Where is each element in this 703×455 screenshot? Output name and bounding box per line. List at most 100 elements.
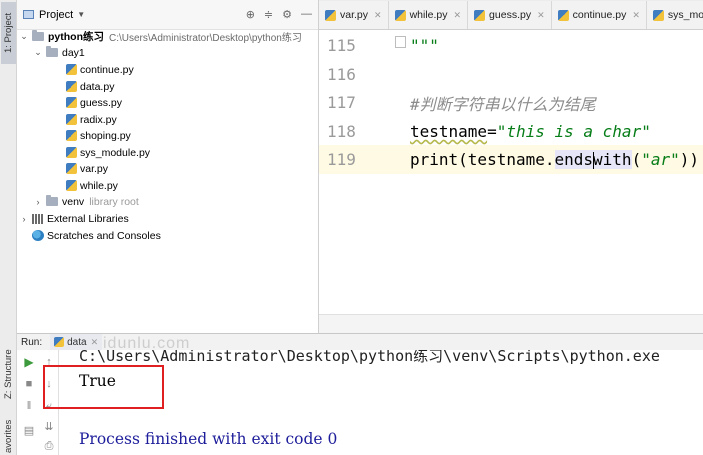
tree-item-label: continue.py (80, 63, 134, 76)
code-line-current[interactable]: 119 print(testname.endswith("ar")) (319, 145, 703, 174)
project-panel-title[interactable]: Project (39, 9, 73, 21)
code-text: """ (410, 36, 439, 55)
tree-item-file[interactable]: while.py (66, 177, 118, 194)
line-number: 116 (327, 65, 356, 84)
left-tool-strip: 1: Project Z: Structure avorites (0, 0, 17, 455)
variable-name: testname (410, 122, 488, 141)
editor-horizontal-scrollbar[interactable] (319, 314, 703, 333)
python-file-icon (66, 64, 77, 75)
python-file-icon (66, 147, 77, 158)
tree-item-label: while.py (80, 179, 118, 192)
editor-tab[interactable]: guess.py ✕ (468, 1, 552, 29)
editor-tab[interactable]: while.py ✕ (388, 1, 469, 29)
tree-item-label: data.py (80, 80, 115, 93)
string-literal: "this is a char" (496, 122, 651, 141)
tree-item-label: venv (62, 195, 85, 208)
rerun-icon[interactable]: ▶ (21, 354, 37, 370)
python-file-icon (66, 114, 77, 125)
structure-tool-tab[interactable]: Z: Structure (1, 338, 16, 410)
editor-tab-label: guess.py (489, 9, 532, 21)
favorites-tool-tab[interactable]: avorites (1, 418, 16, 455)
tree-item-scratches[interactable]: Scratches and Consoles (32, 227, 161, 244)
tree-item-file[interactable]: var.py (66, 160, 108, 177)
close-icon[interactable]: ✕ (537, 10, 545, 21)
tree-item-label: Scratches and Consoles (47, 229, 161, 242)
code-line[interactable]: 117 #判断字符串以什么为结尾 (319, 88, 703, 117)
library-root-hint: library root (89, 195, 139, 208)
python-file-icon (66, 130, 77, 141)
code-comment: #判断字符串以什么为结尾 (410, 94, 596, 114)
highlight-box (43, 365, 164, 409)
python-file-icon (66, 163, 77, 174)
python-file-icon (474, 9, 486, 21)
python-file-icon (652, 9, 664, 21)
paren-open: ( (631, 150, 642, 169)
tree-item-file[interactable]: guess.py (66, 94, 122, 111)
tree-item-label: python练习 (48, 31, 104, 43)
tree-item-path: C:\Users\Administrator\Desktop\python练习 (109, 33, 302, 44)
chevron-down-icon[interactable]: ⌄ (19, 31, 29, 42)
chevron-down-icon[interactable]: ⌄ (33, 47, 43, 58)
project-tool-tab[interactable]: 1: Project (1, 2, 16, 64)
assign-operator: = (487, 122, 497, 141)
tree-item-file[interactable]: sys_module.py (66, 144, 150, 161)
scroll-to-end-icon[interactable]: ⇊ (41, 418, 57, 434)
close-icon[interactable]: ✕ (374, 10, 382, 21)
tree-item-file[interactable]: radix.py (66, 111, 117, 128)
tree-item-label: radix.py (80, 113, 117, 126)
console-command-line: C:\Users\Administrator\Desktop\python练习\… (79, 350, 660, 365)
tree-item-label: var.py (80, 162, 109, 175)
folder-icon (46, 46, 58, 57)
chevron-right-icon[interactable]: › (19, 214, 29, 224)
tree-item-day1[interactable]: ⌄ day1 (33, 44, 85, 61)
code-line[interactable]: 116 (319, 60, 703, 89)
layout-icon[interactable]: ▤ (21, 422, 37, 438)
editor-tab[interactable]: continue.py ✕ (551, 1, 647, 29)
line-number: 118 (327, 122, 356, 141)
run-label: Run: (21, 336, 43, 348)
pause-icon[interactable]: ‖ (21, 398, 37, 414)
locate-icon[interactable]: ⊕ (246, 8, 255, 21)
tree-item-file[interactable]: data.py (66, 78, 114, 95)
fold-marker-icon[interactable] (395, 36, 406, 48)
editor-tab-label: while.py (409, 9, 448, 21)
tree-item-file[interactable]: shoping.py (66, 127, 131, 144)
tree-item-file[interactable]: continue.py (66, 61, 134, 78)
method-name: endswith (554, 150, 632, 169)
hide-icon[interactable]: — (301, 8, 312, 21)
close-icon[interactable]: ✕ (632, 10, 640, 21)
tree-item-venv[interactable]: › venv library root (33, 193, 139, 210)
python-file-icon (394, 9, 406, 21)
editor-tab[interactable]: var.py ✕ (319, 1, 389, 29)
code-line[interactable]: 118 testname="this is a char" (319, 117, 703, 146)
string-literal: "ar" (641, 150, 680, 169)
python-file-icon (66, 97, 77, 108)
run-panel-header: Run: data ✕ idunlu.com (17, 334, 703, 352)
collapse-all-icon[interactable]: ≑ (264, 8, 273, 21)
chevron-right-icon[interactable]: › (33, 197, 43, 207)
libraries-icon (32, 213, 44, 224)
close-icon[interactable]: ✕ (454, 10, 462, 21)
close-icon[interactable]: ✕ (91, 337, 99, 348)
project-panel: Project ▼ ⊕ ≑ ⚙ — ⌄ python练习 C:\Users\Ad… (17, 0, 319, 333)
tree-item-label: External Libraries (47, 212, 129, 225)
editor-tab-label: continue.py (572, 9, 627, 21)
project-header-tools: ⊕ ≑ ⚙ — (246, 8, 312, 21)
tree-item-external-libraries[interactable]: › External Libraries (19, 210, 129, 227)
method-name-part: with (593, 150, 632, 169)
editor-tab-label: var.py (340, 9, 369, 21)
print-icon[interactable]: ⎙ (41, 438, 57, 454)
code-line[interactable]: 115 """ (319, 31, 703, 60)
call-prefix: print(testname. (410, 150, 555, 169)
stop-icon[interactable]: ■ (21, 376, 37, 392)
tree-item-root[interactable]: ⌄ python练习 C:\Users\Administrator\Deskto… (19, 28, 302, 45)
tree-item-label: guess.py (80, 96, 123, 109)
editor-tab[interactable]: sys_module (646, 1, 703, 29)
line-number: 115 (327, 36, 356, 55)
gear-icon[interactable]: ⚙ (282, 8, 292, 21)
chevron-down-icon[interactable]: ▼ (77, 10, 85, 19)
code-text: testname="this is a char" (410, 122, 651, 141)
code-editor[interactable]: 115 """ 116 117 #判断字符串以什么为结尾 118 testnam… (319, 31, 703, 314)
python-file-icon (66, 81, 77, 92)
run-tab[interactable]: data ✕ (50, 334, 103, 350)
